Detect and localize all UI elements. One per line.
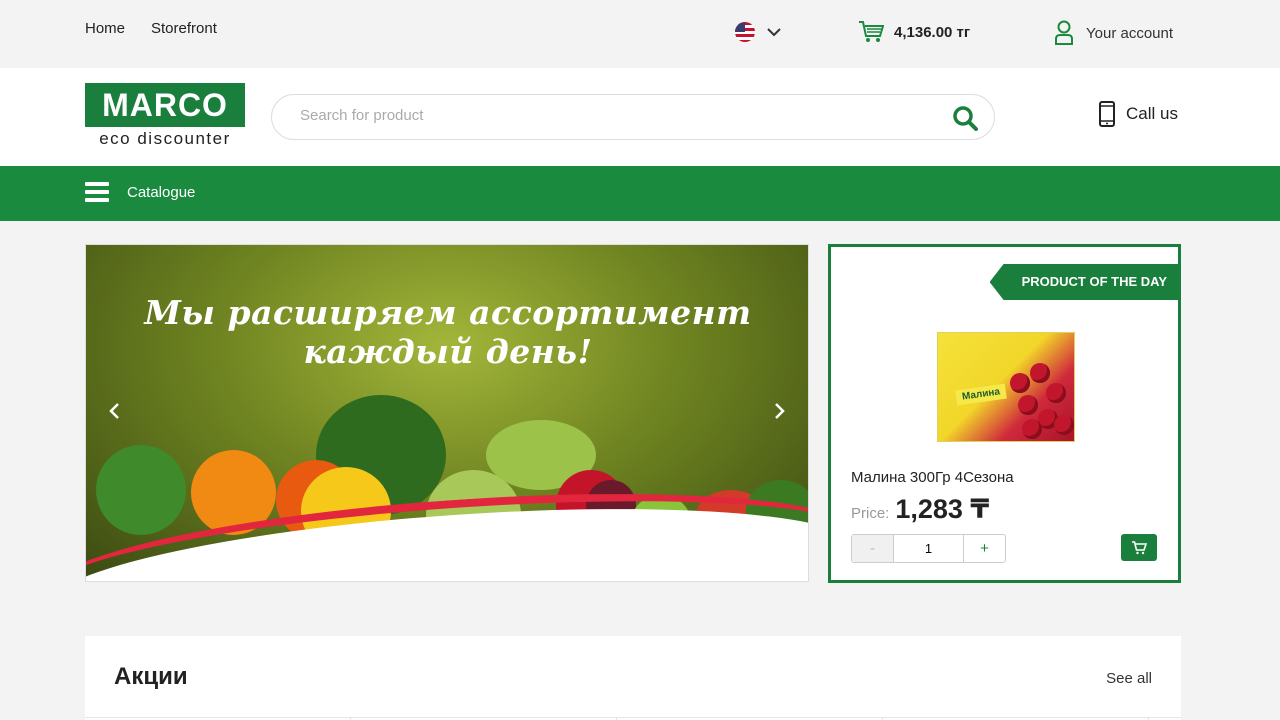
price-value: 1,283 ₸ — [895, 494, 990, 524]
account-label: Your account — [1086, 24, 1174, 42]
see-all-link[interactable]: See all — [1106, 670, 1152, 687]
logo[interactable]: MARCO eco discounter — [85, 83, 245, 151]
hero-slider[interactable]: Мы расширяем ассортимент каждый день! — [85, 244, 809, 582]
quantity-stepper: - + — [851, 534, 1006, 563]
catalogue-label: Catalogue — [127, 183, 196, 201]
greens-shape — [96, 445, 186, 535]
search-bar — [271, 94, 995, 140]
nav-home-link[interactable]: Home — [85, 20, 125, 37]
catalogue-bar: Catalogue — [0, 166, 1280, 221]
quantity-input[interactable] — [894, 535, 963, 562]
slider-dot-1[interactable] — [404, 545, 415, 556]
product-of-the-day-badge: PRODUCT OF THE DAY — [989, 264, 1181, 300]
chevron-left-icon — [109, 403, 119, 419]
add-to-cart-button[interactable] — [1121, 534, 1157, 561]
product-name[interactable]: Малина 300Гр 4Сезона — [851, 469, 1014, 486]
top-bar: Home Storefront 4,136.00 тг Your account — [0, 0, 1280, 68]
promotions-title: Акции — [114, 663, 188, 690]
call-us-button[interactable]: Call us — [1098, 101, 1178, 127]
promotions-section: Акции See all — [85, 636, 1181, 720]
cart-icon — [1132, 540, 1147, 554]
language-selector[interactable] — [735, 22, 781, 42]
product-image[interactable]: Малина — [937, 332, 1075, 442]
user-icon — [1055, 20, 1073, 45]
phone-icon — [1099, 101, 1115, 127]
hamburger-menu-icon — [85, 182, 109, 202]
header: MARCO eco discounter Call us — [0, 68, 1280, 166]
cart-icon — [859, 21, 884, 42]
product-price: Price: 1,283 ₸ — [851, 494, 989, 525]
slider-prev-arrow[interactable] — [102, 401, 126, 425]
quantity-increase-button[interactable]: + — [963, 535, 1005, 562]
quantity-decrease-button[interactable]: - — [852, 535, 894, 562]
chevron-down-icon — [767, 27, 781, 36]
product-of-the-day-card: PRODUCT OF THE DAY Малина Малина 300Гр 4… — [828, 244, 1181, 583]
catalogue-menu-button[interactable]: Catalogue — [85, 182, 195, 202]
slider-dot-2[interactable] — [429, 545, 440, 556]
slider-dot-3[interactable] — [454, 545, 465, 556]
slider-dots — [404, 545, 490, 556]
us-flag-icon — [735, 22, 755, 42]
price-label: Price: — [851, 505, 890, 522]
nav-storefront-link[interactable]: Storefront — [151, 20, 217, 37]
call-us-label: Call us — [1126, 104, 1178, 123]
cart-total: 4,136.00 тг — [894, 23, 971, 41]
product-image-tag: Малина — [955, 383, 1007, 406]
logo-main-text: MARCO — [85, 83, 245, 127]
cart-summary[interactable]: 4,136.00 тг — [858, 20, 970, 44]
account-link[interactable]: Your account — [1054, 20, 1173, 46]
chevron-right-icon — [775, 403, 785, 419]
search-icon[interactable] — [952, 105, 978, 131]
search-input[interactable] — [300, 107, 920, 124]
slider-next-arrow[interactable] — [768, 401, 792, 425]
hero-headline: Мы расширяем ассортимент каждый день! — [144, 293, 752, 371]
slider-dot-4[interactable] — [479, 545, 490, 556]
logo-sub-text: eco discounter — [99, 129, 231, 148]
